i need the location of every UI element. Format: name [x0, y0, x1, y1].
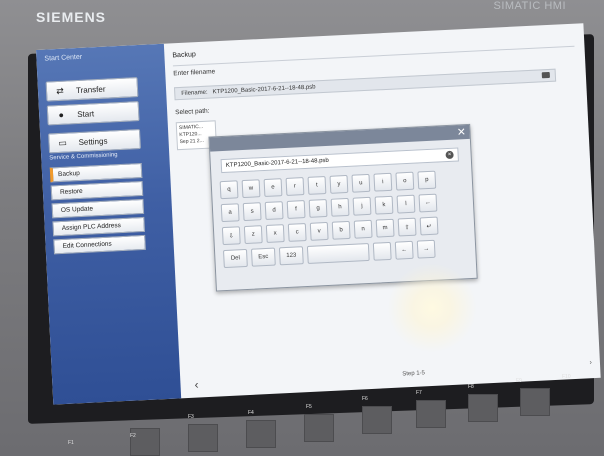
key-h[interactable]: h: [330, 197, 350, 217]
page-indicator: Step 1-5: [402, 370, 426, 378]
key-t[interactable]: t: [307, 176, 327, 195]
shift-up-icon[interactable]: ⇧: [397, 217, 417, 237]
hmi-screen: Start Center ⇄ Transfer ● Start ▭ Settin…: [36, 23, 601, 405]
key-c[interactable]: c: [287, 223, 307, 242]
key-g[interactable]: g: [308, 198, 328, 218]
left-arrow-icon[interactable]: ←: [394, 240, 414, 260]
settings-button[interactable]: ▭ Settings: [48, 129, 141, 154]
sidebar: Start Center ⇄ Transfer ● Start ▭ Settin…: [36, 43, 182, 405]
fkey-label: F3: [188, 414, 194, 420]
device-model: SIMATIC HMI: [493, 0, 566, 12]
key-grid: q w e r t y u i o p a s d f g h j k l ← …: [219, 170, 444, 273]
sidebar-item-backup[interactable]: Backup: [49, 162, 143, 183]
settings-label: Settings: [78, 136, 108, 147]
service-section-title: Service & Commissioning: [49, 152, 118, 162]
fkey-label: F10: [562, 374, 571, 380]
key-w[interactable]: w: [241, 179, 261, 199]
key-x[interactable]: x: [265, 224, 285, 243]
key-k[interactable]: k: [374, 195, 394, 215]
function-key[interactable]: [246, 420, 276, 448]
filename-key: Filename:: [181, 89, 208, 97]
page-title: Backup: [172, 51, 196, 60]
key-p[interactable]: p: [417, 170, 437, 190]
sidebar-item-edit-connections[interactable]: Edit Connections: [53, 234, 146, 255]
enter-icon[interactable]: ↵: [419, 216, 439, 236]
transfer-label: Transfer: [75, 84, 106, 95]
keyboard-input[interactable]: KTP1200_Basic-2017-6-21--18-48.psb ×: [220, 147, 459, 174]
play-icon: ●: [58, 109, 65, 120]
select-path-label: Select path:: [175, 107, 210, 117]
key-d[interactable]: d: [264, 201, 284, 220]
next-arrow-icon[interactable]: ›: [589, 359, 592, 366]
filename-value: KTP1200_Basic-2017-6-21--18-48.psb: [212, 83, 316, 95]
onscreen-keyboard: × KTP1200_Basic-2017-6-21--18-48.psb × q…: [208, 123, 478, 292]
key-a[interactable]: a: [220, 203, 240, 223]
function-key[interactable]: [304, 414, 334, 442]
start-button[interactable]: ● Start: [46, 101, 140, 126]
function-key[interactable]: [362, 406, 392, 434]
fkey-label: F9: [516, 378, 522, 384]
key-del[interactable]: Del: [222, 248, 248, 269]
key-blank[interactable]: [372, 241, 392, 261]
right-arrow-icon[interactable]: →: [416, 239, 436, 259]
key-b[interactable]: b: [331, 220, 351, 240]
key-row-4: Del Esc 123 ← →: [222, 239, 444, 269]
fkey-label: F6: [362, 396, 368, 402]
key-o[interactable]: o: [395, 171, 415, 191]
key-123[interactable]: 123: [278, 246, 304, 266]
start-label: Start: [76, 108, 95, 119]
key-l[interactable]: l: [396, 194, 416, 214]
function-key[interactable]: [188, 424, 218, 452]
fkey-label: F4: [248, 410, 254, 416]
key-y[interactable]: y: [329, 174, 349, 194]
filename-field[interactable]: Filename: KTP1200_Basic-2017-6-21--18-48…: [173, 68, 557, 101]
fkey-label: F2: [130, 433, 136, 439]
key-s[interactable]: s: [242, 202, 262, 222]
sidebar-title: Start Center: [44, 53, 83, 63]
transfer-icon: ⇄: [55, 85, 65, 96]
shift-down-icon[interactable]: ⇩: [221, 226, 241, 246]
keyboard-input-value: KTP1200_Basic-2017-6-21--18-48.psb: [225, 157, 329, 169]
function-key[interactable]: [416, 400, 446, 428]
key-r[interactable]: r: [285, 177, 305, 196]
fkey-label: F1: [68, 440, 74, 446]
key-j[interactable]: j: [352, 196, 372, 216]
function-key[interactable]: [520, 388, 550, 416]
key-e[interactable]: e: [263, 178, 283, 198]
key-q[interactable]: q: [219, 180, 239, 200]
key-z[interactable]: z: [243, 225, 263, 245]
key-esc[interactable]: Esc: [250, 247, 276, 267]
sidebar-item-os-update[interactable]: OS Update: [51, 198, 145, 219]
device-bezel: SIEMENS SIMATIC HMI Start Center ⇄ Trans…: [0, 0, 604, 456]
close-icon[interactable]: ×: [457, 123, 466, 139]
function-key-row: F1 F2 F3 F4 F5 F6 F7 F8 F9 F10: [60, 374, 600, 456]
key-v[interactable]: v: [309, 221, 329, 241]
transfer-button[interactable]: ⇄ Transfer: [45, 77, 139, 102]
fkey-label: F5: [306, 404, 312, 410]
key-i[interactable]: i: [373, 172, 393, 192]
clear-icon[interactable]: ×: [445, 150, 454, 160]
key-m[interactable]: m: [375, 218, 395, 238]
divider: [172, 45, 575, 67]
key-u[interactable]: u: [351, 173, 371, 193]
device-brand: SIEMENS: [36, 9, 107, 25]
sidebar-item-restore[interactable]: Restore: [50, 180, 144, 201]
fkey-label: F8: [468, 384, 474, 390]
sidebar-item-assign-plc-address[interactable]: Assign PLC Address: [52, 216, 146, 237]
fkey-label: F7: [416, 390, 422, 396]
key-f[interactable]: f: [286, 200, 306, 219]
settings-icon: ▭: [58, 137, 68, 148]
key-n[interactable]: n: [353, 219, 373, 239]
backspace-icon[interactable]: ←: [418, 193, 438, 213]
folder-icon[interactable]: [541, 71, 550, 79]
key-space[interactable]: [306, 242, 370, 264]
function-key[interactable]: [468, 394, 498, 422]
enter-filename-label: Enter filename: [173, 68, 216, 78]
